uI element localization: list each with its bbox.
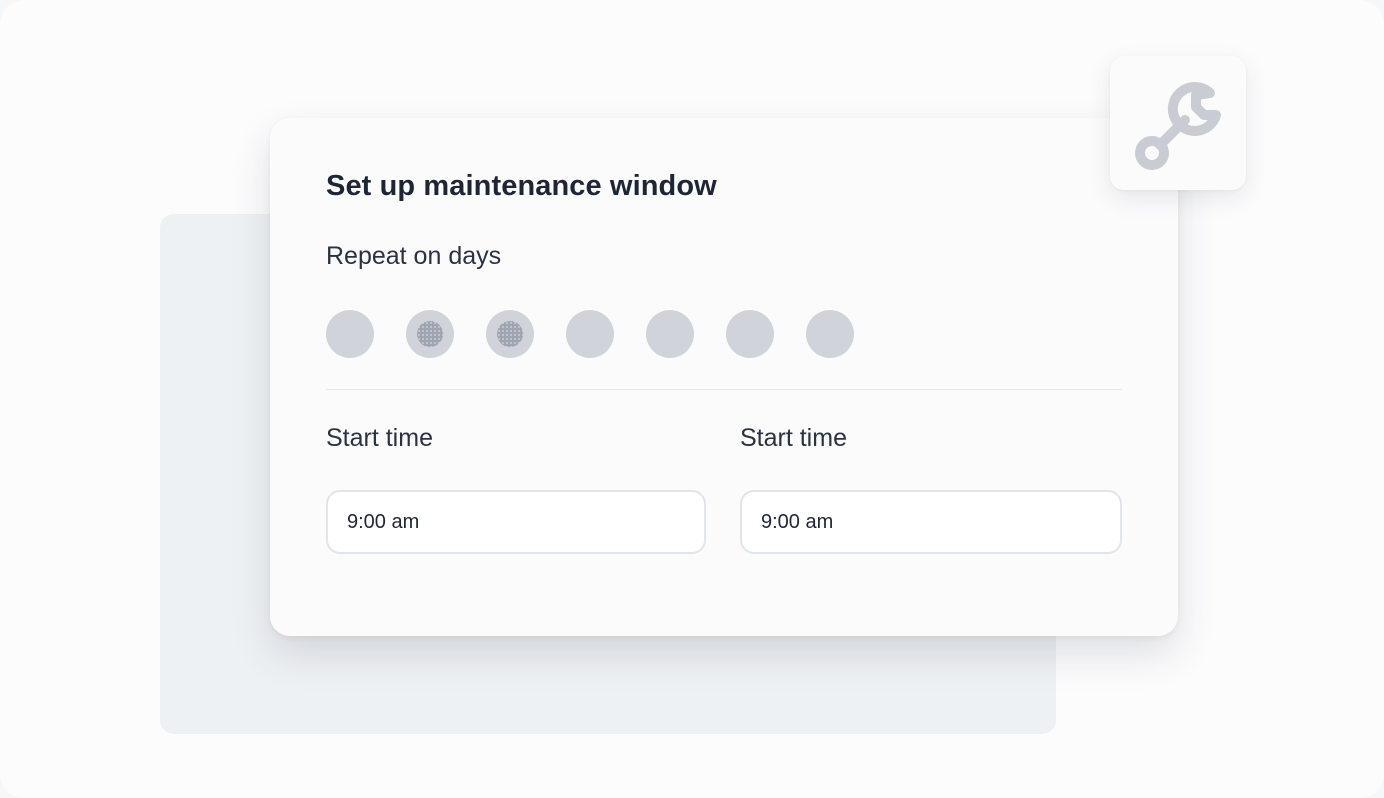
- day-toggle[interactable]: [806, 310, 854, 358]
- divider: [326, 389, 1122, 390]
- day-toggle[interactable]: [566, 310, 614, 358]
- day-toggle[interactable]: [406, 310, 454, 358]
- day-selector: [326, 310, 854, 358]
- day-toggle[interactable]: [726, 310, 774, 358]
- maintenance-window-card: Set up maintenance window Repeat on days…: [270, 118, 1178, 636]
- day-toggle[interactable]: [486, 310, 534, 358]
- repeat-on-days-label: Repeat on days: [326, 242, 502, 270]
- start-time-label: Start time: [326, 424, 433, 452]
- maintenance-badge: [1110, 56, 1246, 190]
- card-title: Set up maintenance window: [326, 170, 717, 202]
- selected-indicator: [497, 321, 523, 347]
- day-toggle[interactable]: [326, 310, 374, 358]
- start-time-input[interactable]: [326, 490, 706, 554]
- second-start-time-input[interactable]: [740, 490, 1122, 554]
- wrench-icon: [1130, 75, 1226, 171]
- selected-indicator: [417, 321, 443, 347]
- second-start-time-label: Start time: [740, 424, 847, 452]
- illustration-frame: Set up maintenance window Repeat on days…: [0, 0, 1384, 798]
- day-toggle[interactable]: [646, 310, 694, 358]
